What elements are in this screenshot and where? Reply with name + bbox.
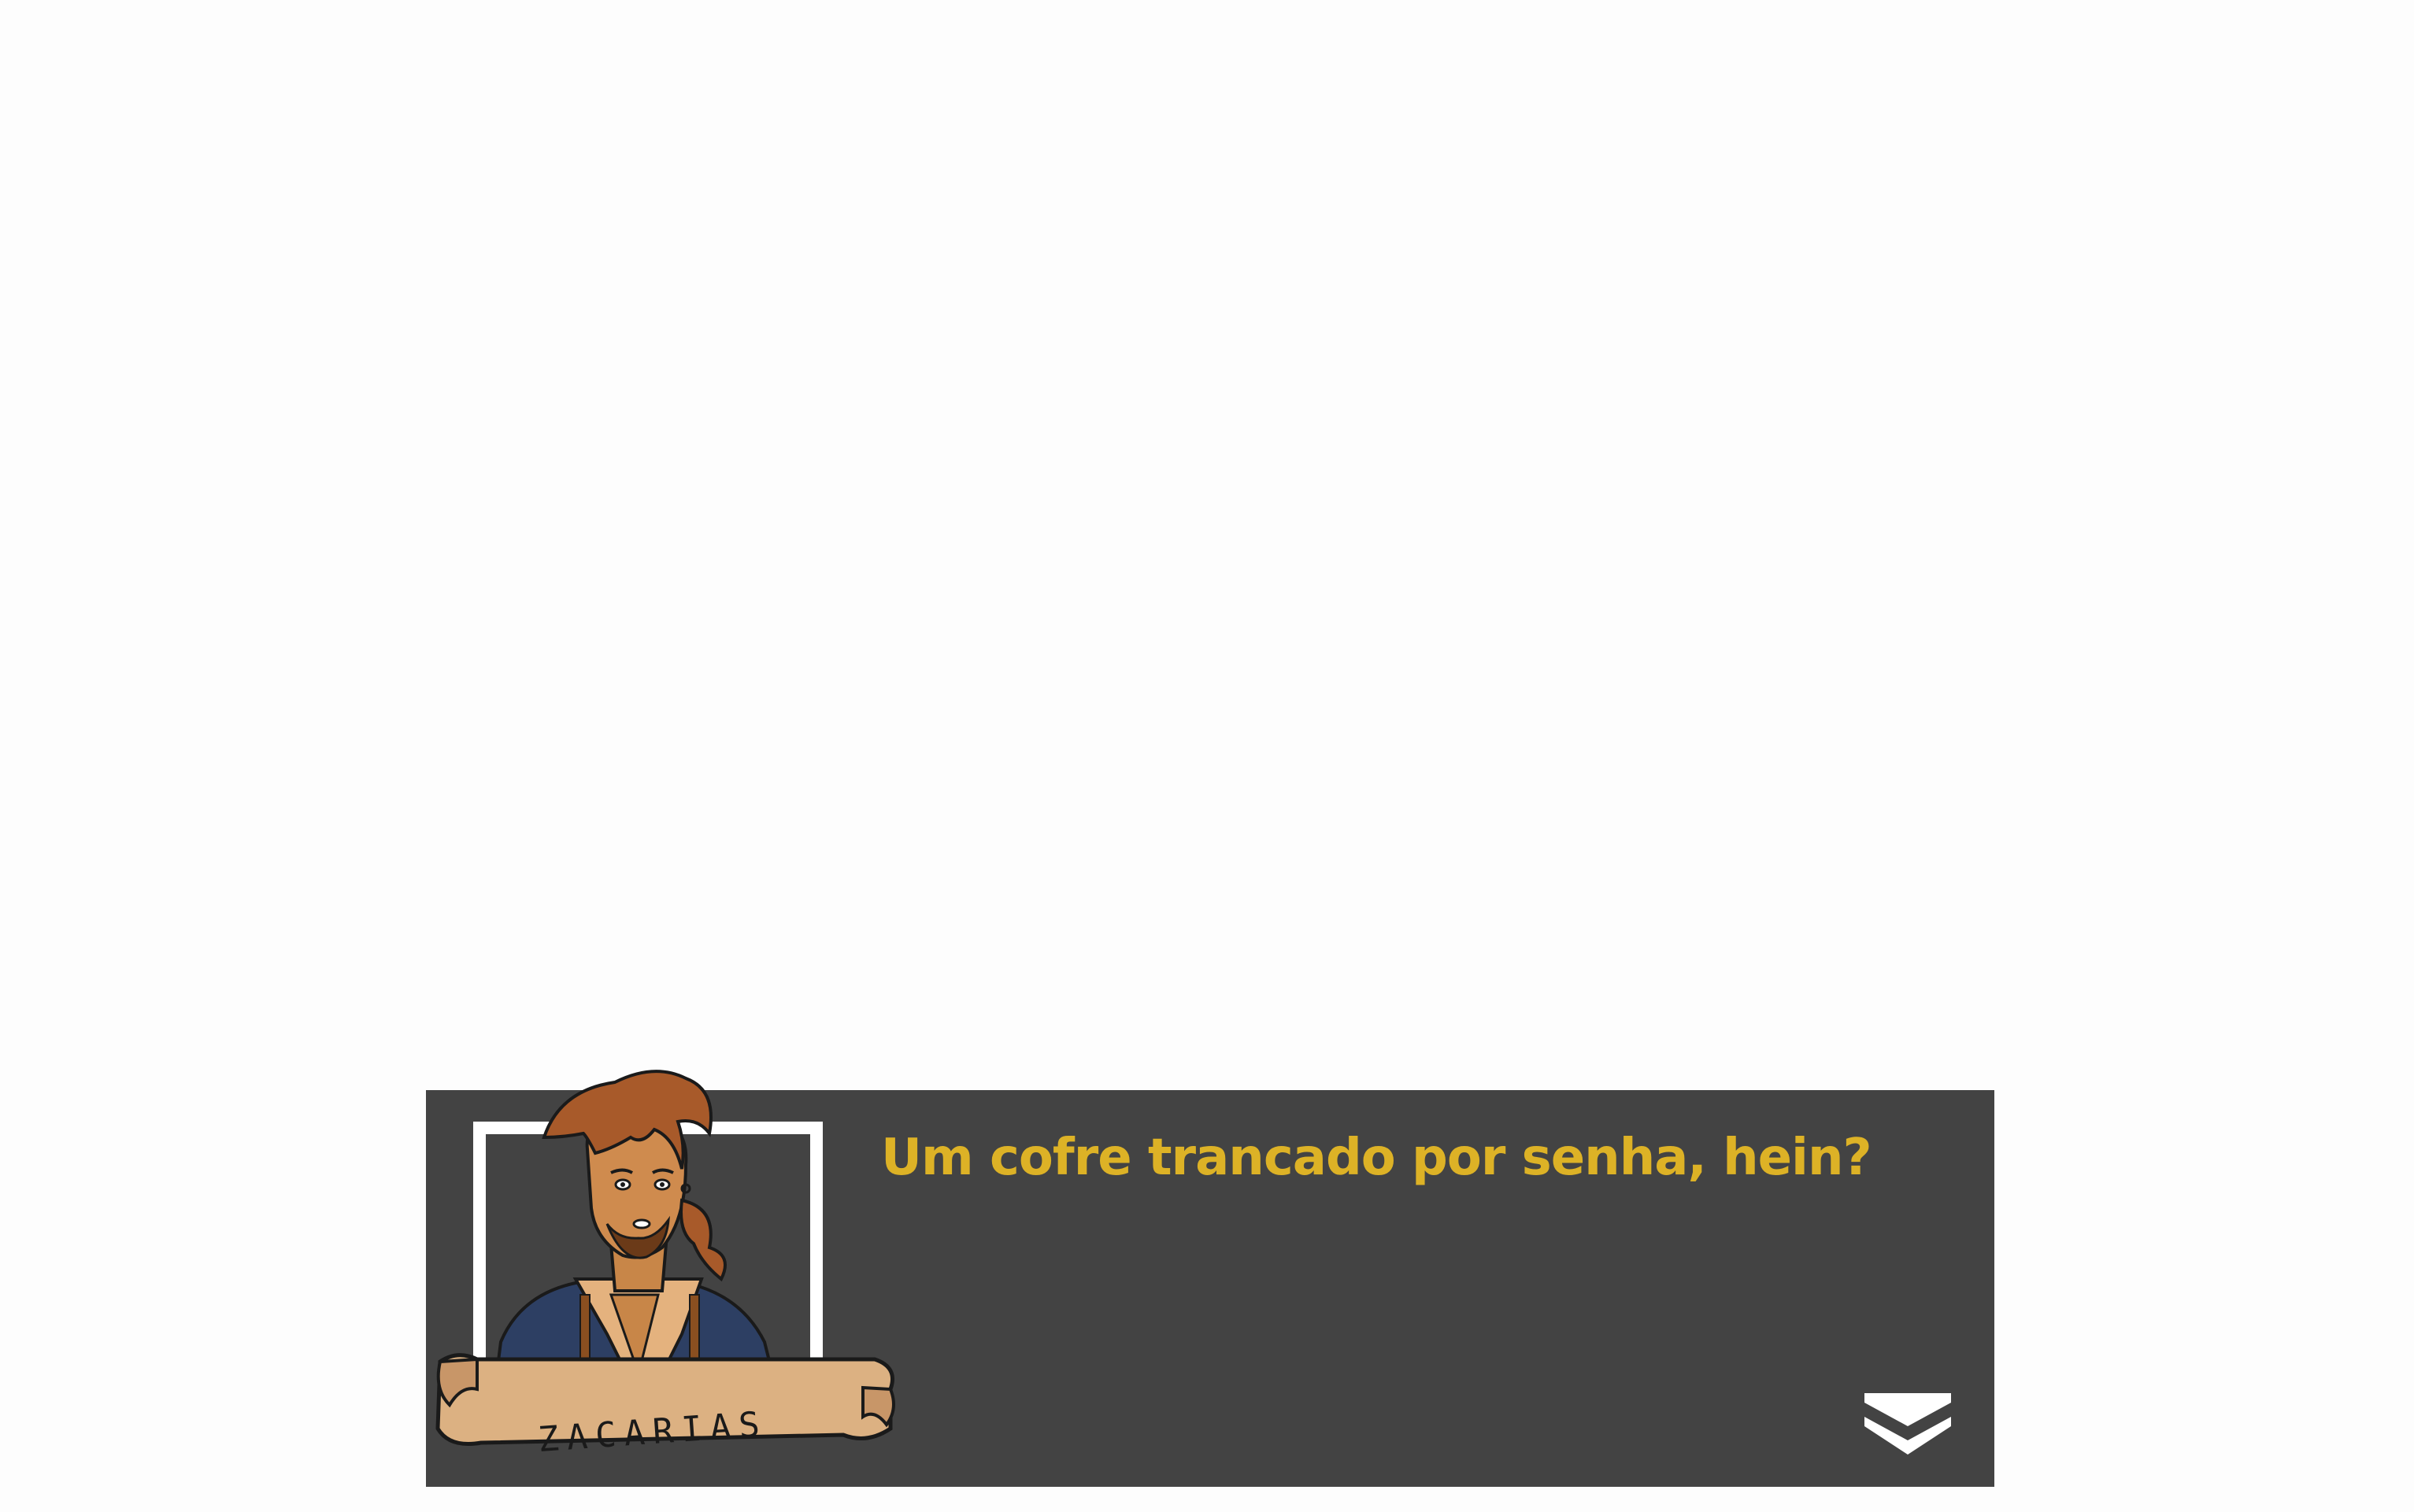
dialog-box[interactable]: ZACARIAS Um cofre trancado por senha, he… (426, 1070, 1994, 1487)
dialog-text: Um cofre trancado por senha, hein? (881, 1129, 1872, 1187)
double-chevron-down-icon (1864, 1393, 1951, 1455)
game-scene[interactable]: ZACARIAS Um cofre trancado por senha, he… (0, 0, 2414, 1512)
advance-dialog-button[interactable] (1864, 1393, 1951, 1456)
